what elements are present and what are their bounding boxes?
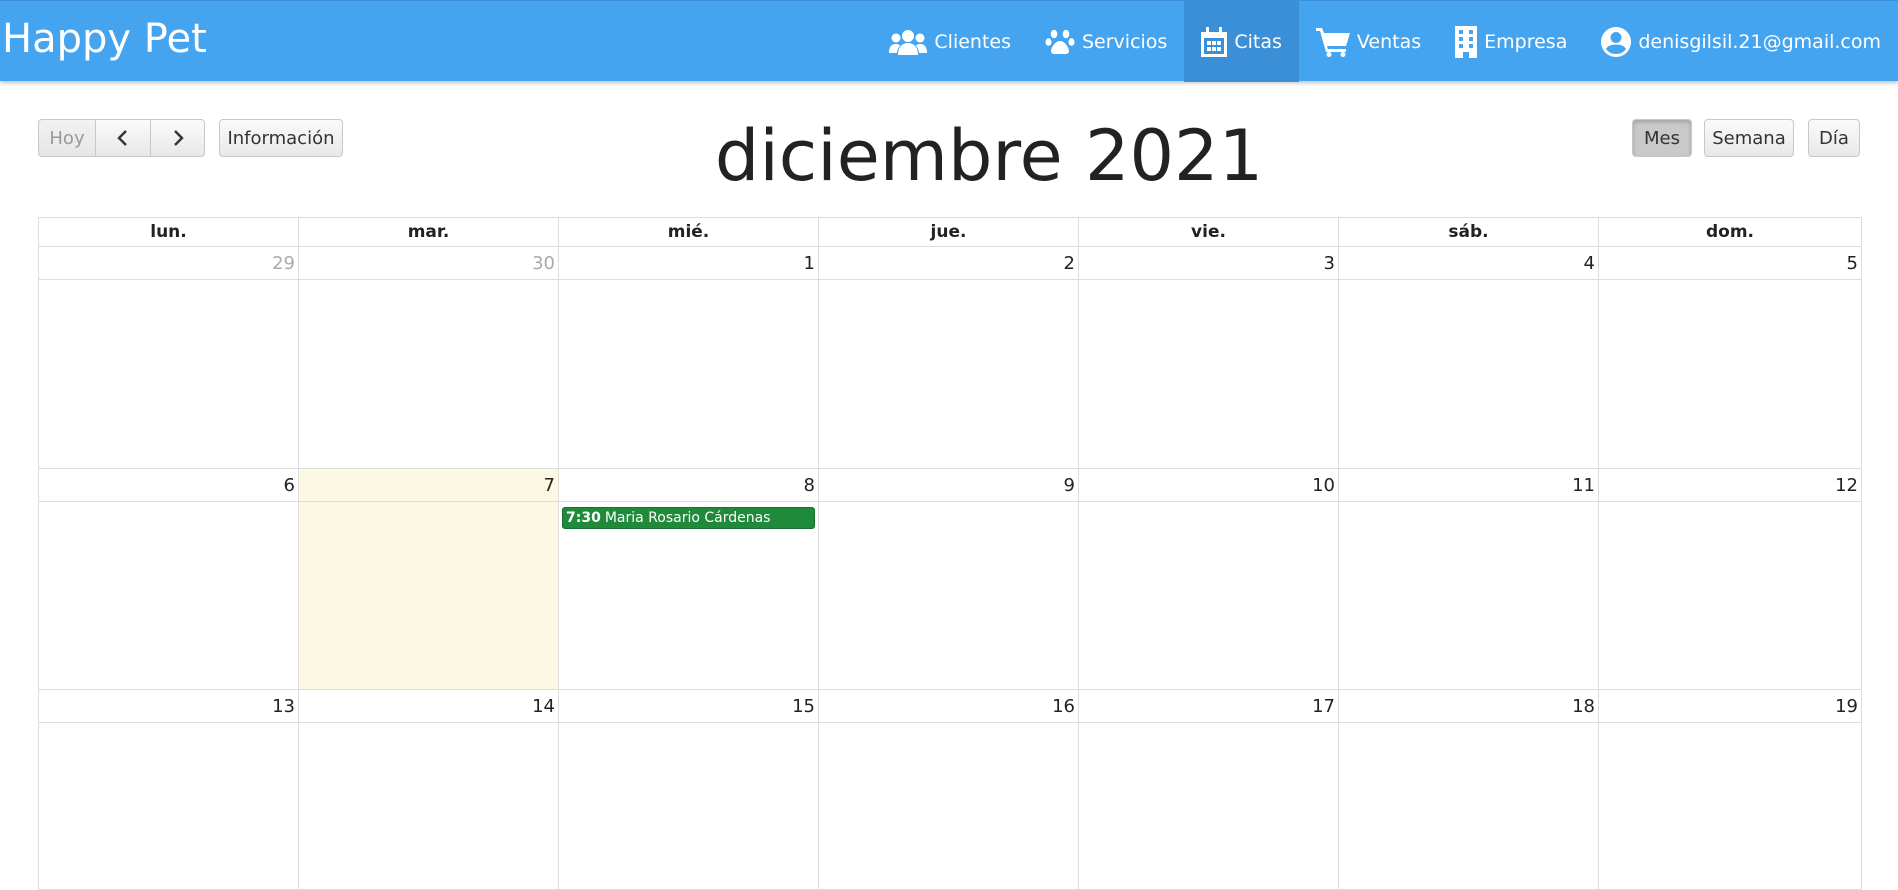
nav-links: Clientes Servicios Citas Ventas Empresa … [872,1,1898,82]
day-number: 29 [39,247,298,280]
day-number: 18 [1339,690,1598,723]
day-number: 30 [299,247,558,280]
day-cell[interactable]: 12 [1599,469,1862,690]
day-cell[interactable]: 17 [1079,690,1339,890]
week-row: 13 14 15 16 17 18 19 [39,690,1862,890]
day-cell[interactable]: 15 [559,690,819,890]
day-cell[interactable]: 19 [1599,690,1862,890]
day-cell[interactable]: 6 [39,469,299,690]
weekday-header-cell: dom. [1599,218,1862,247]
building-icon [1455,25,1478,58]
event-title: Maria Rosario Cárdenas [604,510,771,526]
day-number: 17 [1079,690,1338,723]
cart-icon [1315,27,1350,57]
day-number: 5 [1599,247,1861,280]
day-number: 2 [819,247,1078,280]
week-row: 6 7 8 7:30 Maria Rosario Cárdenas 9 10 11… [39,469,1862,690]
calendar-event[interactable]: 7:30 Maria Rosario Cárdenas [562,507,815,529]
day-cell[interactable]: 3 [1079,247,1339,469]
nav-item-ventas[interactable]: Ventas [1299,1,1438,82]
day-cell[interactable]: 9 [819,469,1079,690]
day-number: 12 [1599,469,1861,502]
week-row: 29 30 1 2 3 4 5 [39,247,1862,469]
calendar-title: diciembre 2021 [714,115,1264,197]
nav-label-servicios: Servicios [1082,30,1168,53]
day-number: 6 [39,469,298,502]
day-number: 15 [559,690,818,723]
nav-label-ventas: Ventas [1356,30,1422,53]
day-number: 9 [819,469,1078,502]
day-cell[interactable]: 2 [819,247,1079,469]
view-week-button[interactable]: Semana [1704,119,1794,157]
nav-label-clientes: Clientes [934,30,1011,53]
nav-label-user-email: denisgilsil.21@gmail.com [1638,30,1881,53]
nav-label-empresa: Empresa [1484,30,1568,53]
paw-icon [1045,29,1075,54]
weekday-header-cell: mar. [299,218,559,247]
day-cell[interactable]: 16 [819,690,1079,890]
day-number: 7 [299,469,558,502]
view-switcher: Mes Semana Día [1632,119,1860,157]
day-cell[interactable]: 5 [1599,247,1862,469]
nav-item-user[interactable]: denisgilsil.21@gmail.com [1584,1,1898,82]
weekday-header-cell: jue. [819,218,1079,247]
day-cell[interactable]: 30 [299,247,559,469]
day-number: 3 [1079,247,1338,280]
day-number: 14 [299,690,558,723]
day-cell[interactable]: 11 [1339,469,1599,690]
day-cell[interactable]: 10 [1079,469,1339,690]
view-month-button[interactable]: Mes [1632,119,1692,157]
nav-label-citas: Citas [1234,30,1282,53]
day-number: 10 [1079,469,1338,502]
nav-item-citas[interactable]: Citas [1184,1,1299,82]
day-number: 16 [819,690,1078,723]
nav-item-servicios[interactable]: Servicios [1028,1,1184,82]
calendar-icon [1201,26,1228,57]
day-number: 13 [39,690,298,723]
weekday-header-cell: vie. [1079,218,1339,247]
nav-item-clientes[interactable]: Clientes [872,1,1028,82]
day-cell[interactable]: 8 7:30 Maria Rosario Cárdenas [559,469,819,690]
users-icon [889,29,928,55]
day-cell[interactable]: 29 [39,247,299,469]
day-number: 1 [559,247,818,280]
day-cell[interactable]: 14 [299,690,559,890]
month-calendar: lun. mar. mié. jue. vie. sáb. dom. 29 30… [38,217,1862,890]
weekday-header: lun. mar. mié. jue. vie. sáb. dom. [39,218,1862,247]
event-time: 7:30 [566,510,601,526]
day-number: 11 [1339,469,1598,502]
day-cell[interactable]: 4 [1339,247,1599,469]
user-circle-icon [1601,26,1632,57]
day-cell[interactable]: 18 [1339,690,1599,890]
day-number: 19 [1599,690,1861,723]
brand-logo[interactable]: Happy Pet [2,15,207,63]
day-number: 4 [1339,247,1598,280]
view-day-button[interactable]: Día [1808,119,1860,157]
day-cell[interactable]: 1 [559,247,819,469]
day-cell-today[interactable]: 7 [299,469,559,690]
weekday-header-cell: sáb. [1339,218,1599,247]
day-number: 8 [559,469,818,502]
nav-item-empresa[interactable]: Empresa [1438,1,1584,82]
weekday-header-cell: mié. [559,218,819,247]
day-cell[interactable]: 13 [39,690,299,890]
weekday-header-cell: lun. [39,218,299,247]
top-navbar: Happy Pet Clientes Servicios Citas Venta… [0,0,1898,82]
